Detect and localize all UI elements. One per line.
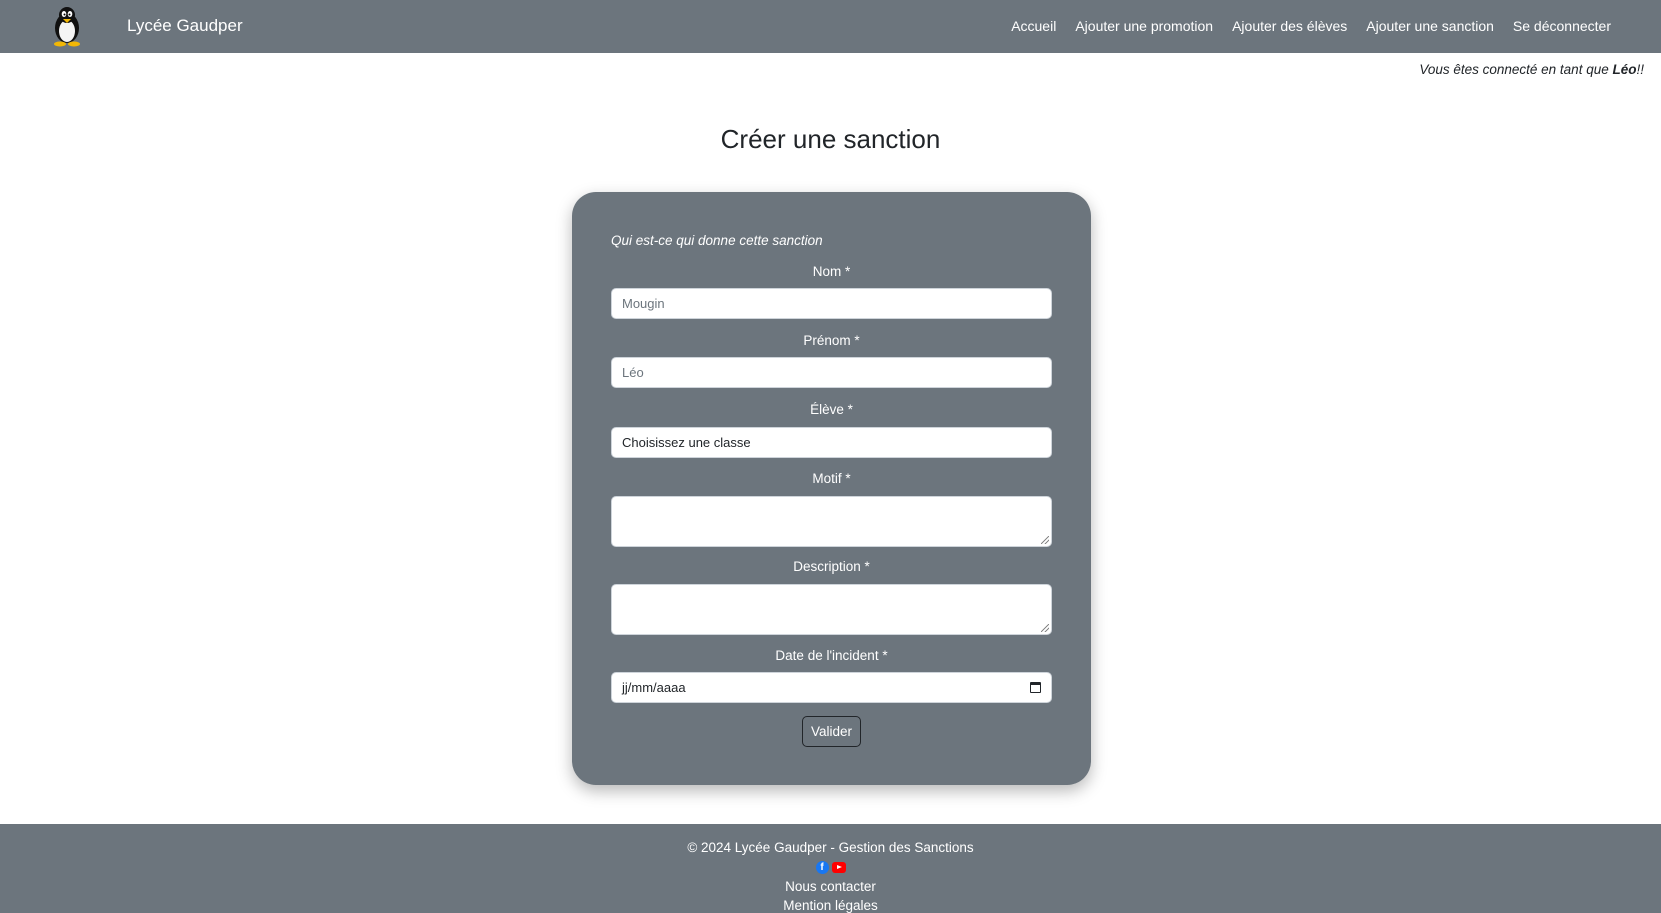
- sanction-form: Qui est-ce qui donne cette sanction Nom …: [572, 192, 1091, 785]
- motif-resize-handle[interactable]: [1041, 536, 1049, 544]
- legal-link[interactable]: Mention légales: [0, 898, 1661, 913]
- nav-link-ajouter-eleves[interactable]: Ajouter des élèves: [1232, 18, 1347, 34]
- prenom-label: Prénom *: [803, 333, 860, 348]
- navbar: Lycée Gaudper Accueil Ajouter une promot…: [0, 0, 1661, 53]
- welcome-user: Léo: [1612, 62, 1637, 77]
- nav-links: Accueil Ajouter une promotion Ajouter de…: [1011, 18, 1611, 34]
- youtube-icon[interactable]: [831, 862, 846, 873]
- welcome-prefix: Vous êtes connecté en tant que: [1419, 62, 1613, 77]
- nav-link-se-deconnecter[interactable]: Se déconnecter: [1513, 18, 1611, 34]
- facebook-icon[interactable]: f: [815, 861, 829, 874]
- eleve-label: Élève *: [810, 402, 853, 417]
- nom-label: Nom *: [812, 264, 851, 279]
- nav-link-accueil[interactable]: Accueil: [1011, 18, 1056, 34]
- nav-link-ajouter-sanction[interactable]: Ajouter une sanction: [1366, 18, 1494, 34]
- welcome-message: Vous êtes connecté en tant que Léo!!: [1419, 62, 1644, 77]
- penguin-logo-icon[interactable]: [45, 4, 89, 48]
- submit-button[interactable]: Valider: [802, 716, 861, 747]
- page-title: Créer une sanction: [720, 124, 941, 154]
- motif-textarea[interactable]: [611, 496, 1052, 547]
- contact-link[interactable]: Nous contacter: [0, 879, 1661, 894]
- description-resize-handle[interactable]: [1041, 624, 1049, 632]
- motif-label: Motif *: [812, 471, 851, 486]
- form-intro: Qui est-ce qui donne cette sanction: [611, 233, 823, 248]
- description-textarea[interactable]: [611, 584, 1052, 635]
- social-links: f: [0, 861, 1661, 874]
- footer-copyright: © 2024 Lycée Gaudper - Gestion des Sanct…: [687, 840, 974, 855]
- welcome-suffix: !!: [1636, 62, 1644, 77]
- calendar-icon[interactable]: [1030, 682, 1041, 693]
- date-input[interactable]: jj/mm/aaaa: [611, 672, 1052, 703]
- prenom-input[interactable]: [611, 357, 1052, 388]
- nom-input[interactable]: [611, 288, 1052, 319]
- eleve-select-value: Choisissez une classe: [622, 435, 751, 450]
- eleve-select[interactable]: Choisissez une classe: [611, 427, 1052, 458]
- date-placeholder: jj/mm/aaaa: [622, 680, 686, 695]
- date-label: Date de l'incident *: [775, 648, 888, 663]
- nav-link-ajouter-promotion[interactable]: Ajouter une promotion: [1075, 18, 1213, 34]
- brand-link[interactable]: Lycée Gaudper: [127, 16, 243, 36]
- description-label: Description *: [793, 559, 870, 574]
- footer: © 2024 Lycée Gaudper - Gestion des Sanct…: [0, 824, 1661, 913]
